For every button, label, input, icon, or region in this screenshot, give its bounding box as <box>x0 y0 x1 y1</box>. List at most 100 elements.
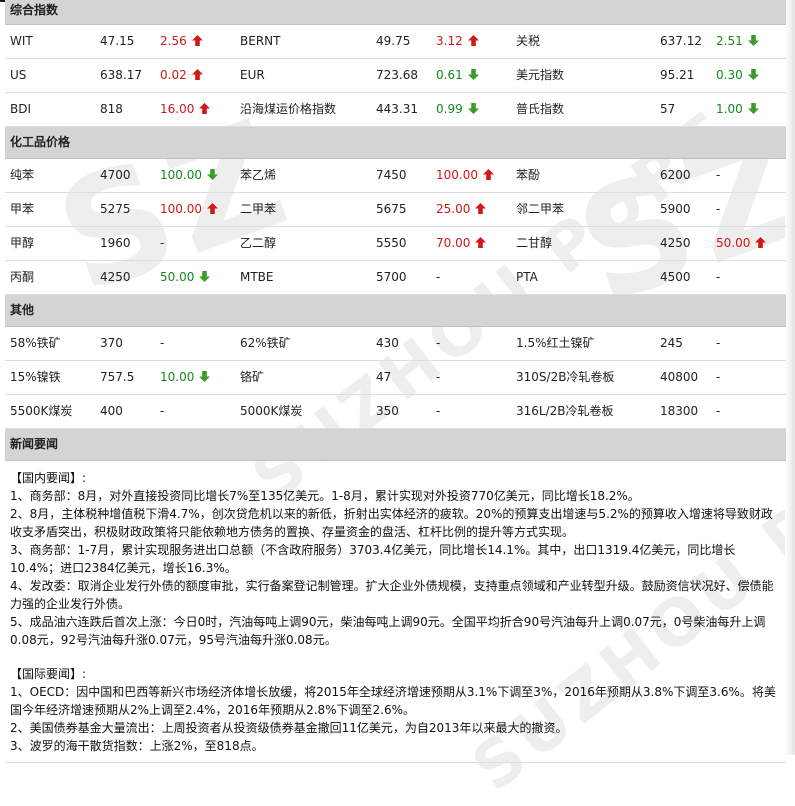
commodity-name: 乙二醇 <box>240 236 277 250</box>
change-cell: - <box>160 227 164 260</box>
section-header-chemical: 化工品价格 <box>5 127 786 159</box>
commodity-price: 818 <box>100 102 123 116</box>
commodity-price: 430 <box>376 336 399 350</box>
news-item: 3、波罗的海干散货指数：上涨2%，至818点。 <box>10 739 264 753</box>
commodity-name: 铬矿 <box>240 370 265 384</box>
commodity-price: 400 <box>100 404 123 418</box>
commodity-price: 18300 <box>660 404 699 418</box>
change-cell: - <box>436 395 440 428</box>
commodity-price: 370 <box>100 336 123 350</box>
commodity-price: 245 <box>660 336 683 350</box>
change-cell: - <box>436 327 440 360</box>
commodity-price: 638.17 <box>100 68 142 82</box>
commodity-name: EUR <box>240 68 265 82</box>
commodity-name: 甲苯 <box>10 202 35 216</box>
change-cell: 25.00 <box>436 193 487 226</box>
change-value: 2.51 <box>716 34 743 48</box>
change-value: 16.00 <box>160 102 195 116</box>
change-value: - <box>436 404 441 418</box>
commodity-name: 62%铁矿 <box>240 336 291 350</box>
change-cell: - <box>716 193 720 226</box>
change-value: - <box>160 236 165 250</box>
change-cell: 16.00 <box>160 93 211 126</box>
down-arrow-icon <box>747 26 759 46</box>
change-value: - <box>160 336 165 350</box>
change-value: 0.99 <box>436 102 463 116</box>
commodity-name: 普氏指数 <box>516 102 565 116</box>
change-cell: 0.02 <box>160 59 203 92</box>
change-cell: 3.12 <box>436 25 479 58</box>
commodity-price: 350 <box>376 404 399 418</box>
commodity-price: 637.12 <box>660 34 702 48</box>
commodity-name: 苯酚 <box>516 168 541 182</box>
commodity-name: 甲醇 <box>10 236 35 250</box>
change-cell: 1.00 <box>716 93 759 126</box>
commodity-price: 5675 <box>376 202 407 216</box>
commodity-name: US <box>10 68 27 82</box>
commodity-price: 443.31 <box>376 102 418 116</box>
table-row: 丙酮 4250 50.00 MTBE 5700 - PTA 4500 - <box>5 261 786 295</box>
commodity-price: 40800 <box>660 370 699 384</box>
up-arrow-icon <box>475 228 487 248</box>
change-cell: 100.00 <box>160 193 218 226</box>
change-cell: - <box>716 261 720 294</box>
change-cell: - <box>436 361 440 394</box>
table-row: 58%铁矿 370 - 62%铁矿 430 - 1.5%红土镍矿 245 - <box>5 327 786 361</box>
change-cell: 50.00 <box>716 227 767 260</box>
composite-rows: WIT 47.15 2.56 BERNT 49.75 3.12 关税 637.12 2.51 US… <box>5 25 786 127</box>
change-cell: - <box>436 261 440 294</box>
change-cell: - <box>716 327 720 360</box>
commodity-name: 沿海煤运价格指数 <box>240 102 337 116</box>
news-item: 1、OECD：因中国和巴西等新兴市场经济体增长放缓，将2015年全球经济增速预期… <box>10 685 776 717</box>
commodity-name: 二甘醇 <box>516 236 553 250</box>
table-row: 5500K煤炭 400 - 5000K煤炭 350 - 316L/2B冷轧卷板 18300 - <box>5 395 786 429</box>
change-value: 25.00 <box>436 202 471 216</box>
commodity-price: 57 <box>660 102 676 116</box>
change-cell: 100.00 <box>436 159 494 192</box>
commodity-price: 723.68 <box>376 68 418 82</box>
change-cell: 70.00 <box>436 227 487 260</box>
commodity-price: 5700 <box>376 270 407 284</box>
commodity-price: 7450 <box>376 168 407 182</box>
change-value: 50.00 <box>716 236 751 250</box>
domestic-news-heading: 【国内要闻】: <box>10 471 87 485</box>
change-value: 0.30 <box>716 68 743 82</box>
commodity-name: MTBE <box>240 270 274 284</box>
news-item: 5、成品油六连跌后首次上涨：今日0时，汽油每吨上调90元，柴油每吨上调90元。全… <box>10 615 766 647</box>
change-value: 100.00 <box>160 202 202 216</box>
change-cell: 2.51 <box>716 25 759 58</box>
commodity-price: 4250 <box>660 236 691 250</box>
change-cell: - <box>160 395 164 428</box>
change-value: 100.00 <box>436 168 478 182</box>
scrollbar-track[interactable] <box>785 0 795 755</box>
commodity-name: PTA <box>516 270 538 284</box>
commodity-name: 1.5%红土镍矿 <box>516 336 595 350</box>
news-item: 2、8月，主体税种增值税下滑4.7%，创次贷危机以来的新低，折射出实体经济的疲软… <box>10 507 773 539</box>
change-cell: 0.61 <box>436 59 479 92</box>
commodity-price: 4700 <box>100 168 131 182</box>
change-cell: - <box>716 159 720 192</box>
change-cell: 100.00 <box>160 159 218 192</box>
news-item: 2、美国债券基金大量流出：上周投资者从投资级债券基金撤回11亿美元，为自2013… <box>10 721 568 735</box>
news-item: 1、商务部：8月，对外直接投资同比增长7%至135亿美元。1-8月，累计实现对外… <box>10 489 640 503</box>
up-arrow-icon <box>191 26 203 46</box>
news-item: 4、发改委：取消企业发行外债的额度审批，实行备案登记制管理。扩大企业外债规模，支… <box>10 579 774 611</box>
table-row: WIT 47.15 2.56 BERNT 49.75 3.12 关税 637.12 2.51 <box>5 25 786 59</box>
commodity-price: 4500 <box>660 270 691 284</box>
change-value: 10.00 <box>160 370 195 384</box>
commodity-price: 47.15 <box>100 34 135 48</box>
down-arrow-icon <box>747 60 759 80</box>
section-header-news: 新闻要闻 <box>5 429 786 461</box>
market-info-panel: 综合指数 WIT 47.15 2.56 BERNT 49.75 3.12 关税 637.12 2… <box>5 0 786 763</box>
commodity-name: 316L/2B冷轧卷板 <box>516 404 614 418</box>
change-cell: 50.00 <box>160 261 211 294</box>
commodity-name: 纯苯 <box>10 168 35 182</box>
change-value: - <box>716 370 721 384</box>
up-arrow-icon <box>467 26 479 46</box>
change-cell: 2.56 <box>160 25 203 58</box>
commodity-name: 58%铁矿 <box>10 336 61 350</box>
commodity-price: 1960 <box>100 236 131 250</box>
change-value: - <box>716 168 721 182</box>
commodity-price: 95.21 <box>660 68 695 82</box>
up-arrow-icon <box>199 94 211 114</box>
